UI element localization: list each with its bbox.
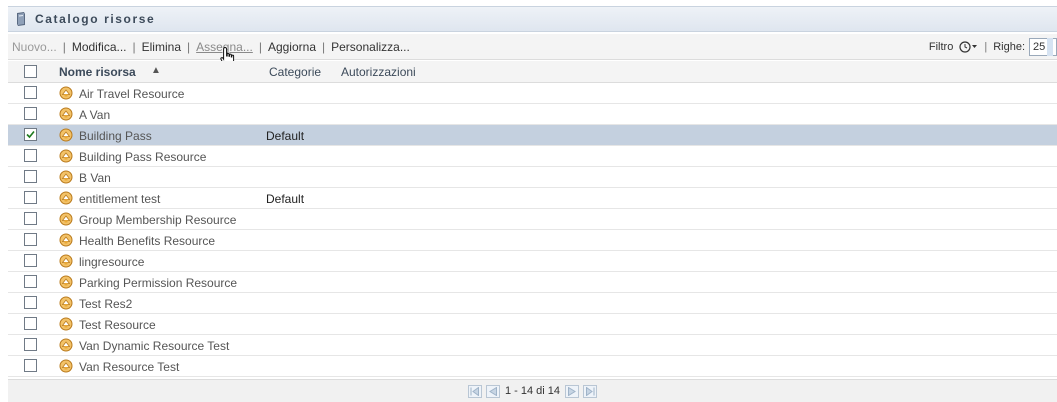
resource-name-link[interactable]: Test Resource [79,318,156,332]
resource-badge-icon [59,107,73,121]
last-page-icon[interactable] [583,384,598,398]
resource-badge-icon [59,212,73,226]
resource-category: Default [266,192,305,206]
row-checkbox[interactable] [24,317,37,330]
resource-name-link[interactable]: lingresource [79,255,144,269]
column-header-name[interactable]: Nome risorsa [59,65,136,79]
previous-page-icon[interactable] [485,384,500,398]
table-row[interactable]: Van Resource Test [8,356,1057,377]
checkmark-icon [26,130,35,139]
table-body: Air Travel Resource A Van Building Pass Def… [8,83,1057,377]
pagination-bar: 1 - 14 di 14 [8,379,1057,402]
toolbar-button-modifica[interactable]: Modifica... [72,40,127,54]
action-toolbar: Nuovo... | Modifica... | Elimina | Assegna... |… [8,34,1057,60]
column-header-categories[interactable]: Categorie [269,65,321,79]
table-row[interactable]: lingresource [8,251,1057,272]
toolbar-right: Filtro | Righe: 25 [928,37,1057,56]
row-checkbox[interactable] [24,296,37,309]
resource-name-link[interactable]: Van Resource Test [79,360,179,374]
toolbar-button-elimina[interactable]: Elimina [142,40,181,54]
catalog-book-icon [13,11,29,27]
resource-name-link[interactable]: Building Pass [79,129,152,143]
page-title: Catalogo risorse [35,12,156,26]
resource-name-link[interactable]: Test Res2 [79,297,132,311]
row-checkbox[interactable] [24,212,37,225]
row-checkbox[interactable] [24,149,37,162]
resource-badge-icon [59,317,73,331]
resource-badge-icon [59,170,73,184]
table-header: Nome risorsa ▲ Categorie Autorizzazioni [8,61,1057,83]
pagination-text: 1 - 14 di 14 [504,385,561,397]
row-checkbox[interactable] [24,86,37,99]
toolbar-button-aggiorna[interactable]: Aggiorna [268,40,316,54]
resource-name-link[interactable]: B Van [79,171,111,185]
table-row[interactable]: Building Pass Default [8,125,1057,146]
resource-badge-icon [59,359,73,373]
panel-title-bar: Catalogo risorse [8,6,1057,32]
toolbar-button-personalizza[interactable]: Personalizza... [331,40,410,54]
table-row[interactable]: Health Benefits Resource [8,230,1057,251]
table-row[interactable]: Test Res2 [8,293,1057,314]
toolbar-separator: | [322,39,326,54]
resource-name-link[interactable]: Health Benefits Resource [79,234,215,248]
resource-badge-icon [59,254,73,268]
toolbar-separator: | [258,39,262,54]
resource-name-link[interactable]: Van Dynamic Resource Test [79,339,229,353]
toolbar-button-nuovo[interactable]: Nuovo... [12,40,57,54]
chevron-down-icon[interactable] [1047,37,1054,56]
row-checkbox[interactable] [24,254,37,267]
filter-label: Filtro [928,40,954,53]
table-row[interactable]: Building Pass Resource [8,146,1057,167]
table-row[interactable]: entitlement test Default [8,188,1057,209]
resource-badge-icon [59,149,73,163]
resource-badge-icon [59,233,73,247]
rows-per-page-value: 25 [1033,40,1046,53]
resource-name-link[interactable]: Parking Permission Resource [79,276,237,290]
rows-label: Righe: [993,40,1025,53]
row-checkbox[interactable] [24,128,37,141]
resource-badge-icon [59,275,73,289]
table-row[interactable]: Van Dynamic Resource Test [8,335,1057,356]
row-checkbox[interactable] [24,170,37,183]
resource-badge-icon [59,296,73,310]
rows-per-page-select[interactable]: 25 [1029,37,1057,56]
table-row[interactable]: A Van [8,104,1057,125]
table-row[interactable]: Test Resource [8,314,1057,335]
resource-name-link[interactable]: entitlement test [79,192,160,206]
resource-name-link[interactable]: A Van [79,108,110,122]
table-row[interactable]: Group Membership Resource [8,209,1057,230]
toolbar-separator: | [62,39,66,54]
toolbar-separator: | [132,39,136,54]
toolbar-actions: Nuovo... | Modifica... | Elimina | Assegna... |… [8,40,410,54]
sort-ascending-icon[interactable]: ▲ [151,65,161,76]
row-checkbox[interactable] [24,338,37,351]
column-header-authorizations[interactable]: Autorizzazioni [341,65,416,79]
resource-badge-icon [59,86,73,100]
toolbar-separator: | [984,40,988,53]
table-row[interactable]: Parking Permission Resource [8,272,1057,293]
row-checkbox[interactable] [24,359,37,372]
resource-badge-icon [59,338,73,352]
table-row[interactable]: B Van [8,167,1057,188]
resource-badge-icon [59,191,73,205]
next-page-icon[interactable] [565,384,580,398]
filter-icon[interactable] [958,40,978,54]
resource-name-link[interactable]: Group Membership Resource [79,213,236,227]
resource-name-link[interactable]: Building Pass Resource [79,150,206,164]
toolbar-separator: | [187,39,191,54]
resource-badge-icon [59,128,73,142]
row-checkbox[interactable] [24,233,37,246]
first-page-icon[interactable] [467,384,482,398]
resource-category: Default [266,129,305,143]
row-checkbox[interactable] [24,191,37,204]
row-checkbox[interactable] [24,275,37,288]
resource-name-link[interactable]: Air Travel Resource [79,87,184,101]
table-row[interactable]: Air Travel Resource [8,83,1057,104]
select-all-checkbox[interactable] [24,65,37,78]
row-checkbox[interactable] [24,107,37,120]
